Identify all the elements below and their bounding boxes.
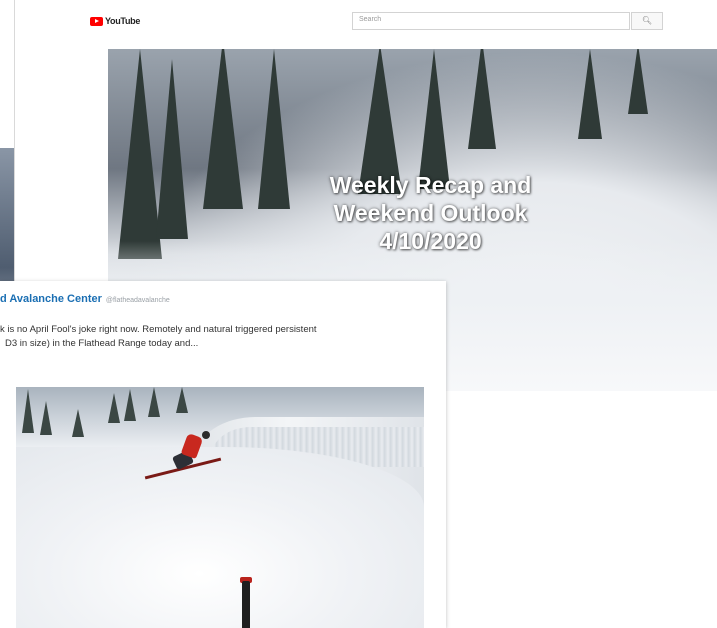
tree — [72, 409, 84, 437]
tree — [148, 387, 160, 417]
video-date: 4/10/2020 — [379, 228, 482, 254]
tree — [203, 49, 243, 209]
youtube-logo-text: YouTube — [105, 16, 141, 26]
video-title-overlay: Weekly Recap and Weekend Outlook 4/10/20… — [278, 171, 583, 255]
tweet-text-line: k is no April Fool's joke right now. Rem… — [0, 324, 317, 335]
tweet-text-line: D3 in size) in the Flathead Range today … — [5, 338, 199, 349]
search-button[interactable]: 🔍︎ — [631, 12, 663, 30]
tree — [468, 49, 496, 149]
tree — [628, 49, 648, 114]
tree — [156, 59, 188, 239]
tree — [578, 49, 602, 139]
tree — [108, 393, 120, 423]
tree — [22, 389, 34, 433]
search-input[interactable]: Search — [352, 12, 630, 30]
youtube-header: YouTube Search 🔍︎ — [84, 0, 717, 44]
youtube-logo-icon — [90, 16, 103, 26]
tweet-text: k is no April Fool's joke right now. Rem… — [0, 323, 446, 351]
tree — [176, 387, 188, 413]
video-title-line: Weekly Recap and — [329, 172, 532, 198]
tweet-header: d Avalanche Center @flatheadavalanche — [0, 289, 170, 307]
search-icon: 🔍︎ — [641, 16, 653, 25]
skier-helmet — [202, 431, 210, 439]
tweet-photo[interactable] — [16, 387, 424, 628]
youtube-logo[interactable]: YouTube — [90, 16, 140, 26]
tweet-author-handle[interactable]: @flatheadavalanche — [106, 297, 170, 304]
ski-pole — [242, 581, 250, 628]
tree — [40, 401, 52, 435]
tweet-author-name[interactable]: d Avalanche Center — [0, 293, 102, 305]
tree — [124, 389, 136, 421]
snow-slope — [16, 447, 424, 628]
video-title-line: Weekend Outlook — [333, 200, 528, 226]
tweet-card[interactable]: d Avalanche Center @flatheadavalanche k i… — [0, 281, 446, 628]
tree — [418, 49, 450, 189]
